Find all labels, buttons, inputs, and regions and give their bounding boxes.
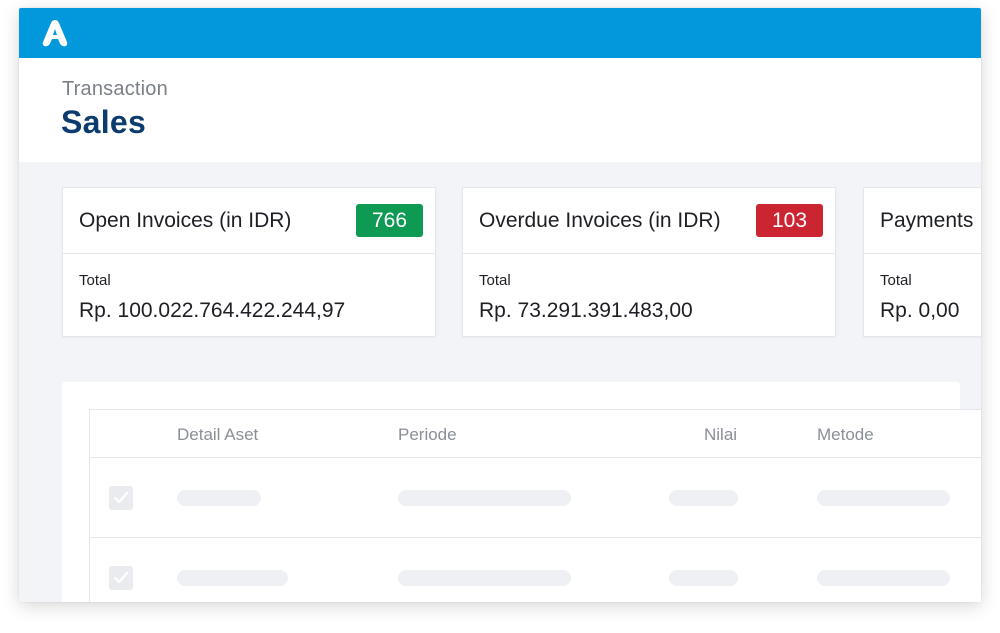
total-label: Total [880,272,912,289]
count-badge: 103 [756,204,823,237]
page-title: Sales [61,104,147,140]
total-label: Total [479,272,511,289]
app-logo-icon[interactable] [40,18,70,48]
total-value: Rp. 100.022.764.422.244,97 [79,299,346,322]
card-title: Overdue Invoices (in IDR) [479,209,721,232]
page-header: Transaction Sales [19,58,981,162]
card-header: Payments [864,188,981,254]
top-bar [19,8,981,58]
card-overdue-invoices[interactable]: Overdue Invoices (in IDR) 103 Total Rp. … [462,187,836,337]
total-value: Rp. 0,00 [880,299,960,322]
breadcrumb[interactable]: Transaction [62,78,168,101]
count-badge: 766 [356,204,423,237]
total-label: Total [79,272,111,289]
card-title: Payments [880,209,974,232]
card-header: Overdue Invoices (in IDR) 103 [463,188,835,254]
card-title: Open Invoices (in IDR) [79,209,292,232]
card-header: Open Invoices (in IDR) 766 [63,188,435,254]
total-value: Rp. 73.291.391.483,00 [479,299,693,322]
card-payments[interactable]: Payments Total Rp. 0,00 [863,187,981,337]
card-open-invoices[interactable]: Open Invoices (in IDR) 766 Total Rp. 100… [62,187,436,337]
